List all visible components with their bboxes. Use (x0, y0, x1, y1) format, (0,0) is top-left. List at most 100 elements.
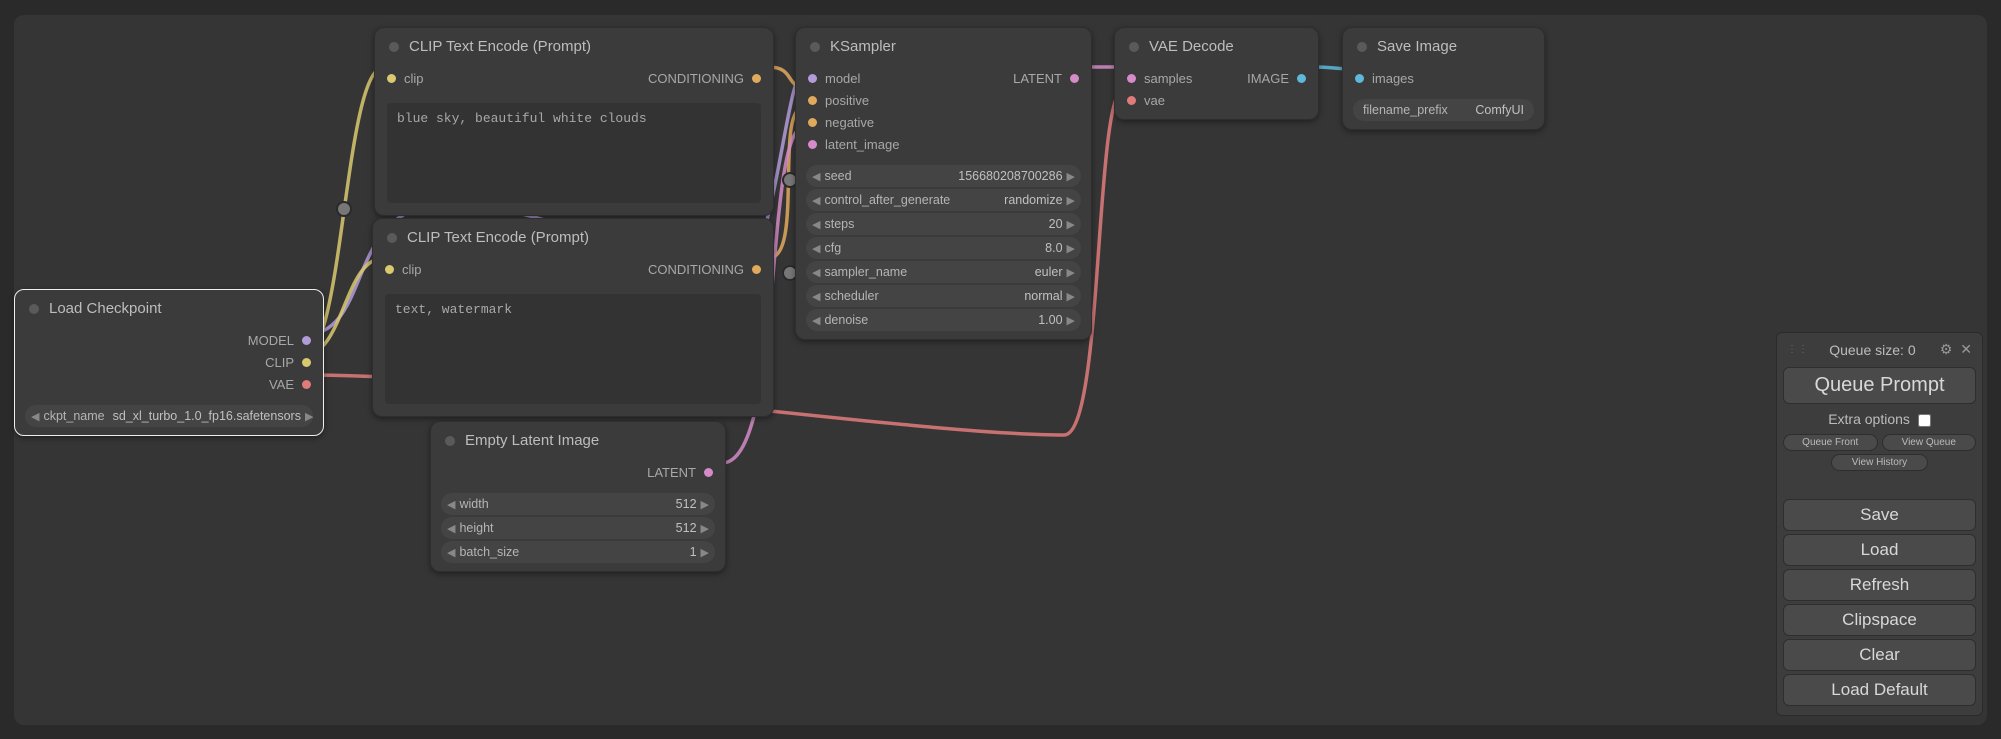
ksampler-scheduler-widget[interactable]: ◀schedulernormal▶ (806, 285, 1081, 307)
input-label: clip (404, 71, 424, 86)
reroute-node[interactable] (336, 201, 352, 217)
node-save-image[interactable]: Save Image images filename_prefix ComfyU… (1342, 27, 1545, 130)
queue-front-button[interactable]: Queue Front (1783, 434, 1878, 451)
clipspace-button[interactable]: Clipspace (1783, 604, 1976, 636)
port-clip-in[interactable] (387, 74, 396, 83)
ksampler-sampler_name-widget[interactable]: ◀sampler_nameeuler▶ (806, 261, 1081, 283)
node-ksampler[interactable]: KSampler model LATENT positive negative … (795, 27, 1092, 340)
port-latent[interactable] (704, 468, 713, 477)
collapse-dot[interactable] (387, 233, 397, 243)
ckpt-name-widget[interactable]: ◀ ckpt_name sd_xl_turbo_1.0_fp16.safeten… (25, 405, 313, 427)
port-vae[interactable] (302, 380, 311, 389)
input-label: clip (402, 262, 422, 277)
arrow-left-icon[interactable]: ◀ (812, 194, 820, 207)
arrow-right-icon[interactable]: ▶ (1067, 314, 1075, 327)
ksampler-denoise-widget[interactable]: ◀denoise1.00▶ (806, 309, 1081, 331)
input-label: latent_image (825, 137, 899, 152)
filename-prefix-widget[interactable]: filename_prefix ComfyUI (1353, 99, 1534, 121)
node-title: VAE Decode (1149, 38, 1234, 55)
node-clip-text-encode-positive[interactable]: CLIP Text Encode (Prompt) clip CONDITION… (374, 27, 774, 216)
input-label: positive (825, 93, 869, 108)
load-button[interactable]: Load (1783, 534, 1976, 566)
close-icon[interactable]: ✕ (1960, 341, 1972, 357)
port-clip-in[interactable] (385, 265, 394, 274)
collapse-dot[interactable] (1129, 42, 1139, 52)
arrow-left-icon[interactable]: ◀ (31, 410, 39, 423)
node-title: KSampler (830, 38, 896, 55)
collapse-dot[interactable] (389, 42, 399, 52)
collapse-dot[interactable] (810, 42, 820, 52)
node-vae-decode[interactable]: VAE Decode samples IMAGE vae (1114, 27, 1319, 120)
ksampler-steps-widget[interactable]: ◀steps20▶ (806, 213, 1081, 235)
prompt-text[interactable]: blue sky, beautiful white clouds (387, 103, 761, 203)
collapse-dot[interactable] (1357, 42, 1367, 52)
port-conditioning[interactable] (752, 265, 761, 274)
arrow-right-icon[interactable]: ▶ (1067, 266, 1075, 279)
ksampler-seed-widget[interactable]: ◀seed156680208700286▶ (806, 165, 1081, 187)
arrow-right-icon[interactable]: ▶ (701, 522, 709, 535)
ksampler-cfg-widget[interactable]: ◀cfg8.0▶ (806, 237, 1081, 259)
port-vae-in[interactable] (1127, 96, 1136, 105)
load-default-button[interactable]: Load Default (1783, 674, 1976, 706)
prompt-text[interactable]: text, watermark (385, 294, 761, 404)
save-button[interactable]: Save (1783, 499, 1976, 531)
port-clip[interactable] (302, 358, 311, 367)
collapse-dot[interactable] (445, 436, 455, 446)
control-panel[interactable]: ⋮⋮ Queue size: 0 ⚙ ✕ Queue Prompt Extra … (1776, 332, 1983, 716)
extra-options-toggle[interactable]: Extra options (1783, 407, 1976, 431)
arrow-left-icon[interactable]: ◀ (447, 546, 455, 559)
arrow-right-icon[interactable]: ▶ (1067, 194, 1075, 207)
empty-latent-width-widget[interactable]: ◀width512▶ (441, 493, 715, 515)
arrow-right-icon[interactable]: ▶ (305, 410, 313, 423)
input-label: samples (1144, 71, 1192, 86)
arrow-right-icon[interactable]: ▶ (701, 498, 709, 511)
node-title: CLIP Text Encode (Prompt) (407, 229, 589, 246)
port-negative-in[interactable] (808, 118, 817, 127)
output-label: LATENT (1013, 71, 1062, 86)
arrow-left-icon[interactable]: ◀ (447, 498, 455, 511)
port-model[interactable] (302, 336, 311, 345)
port-conditioning[interactable] (752, 74, 761, 83)
queue-size-value: 0 (1908, 342, 1916, 358)
arrow-left-icon[interactable]: ◀ (812, 218, 820, 231)
node-load-checkpoint[interactable]: Load Checkpoint MODEL CLIP VAE ◀ ckpt_na… (14, 289, 324, 436)
input-label: negative (825, 115, 874, 130)
arrow-left-icon[interactable]: ◀ (812, 314, 820, 327)
drag-handle-icon[interactable]: ⋮⋮ (1787, 344, 1809, 355)
arrow-left-icon[interactable]: ◀ (812, 242, 820, 255)
arrow-right-icon[interactable]: ▶ (1067, 290, 1075, 303)
port-image-out[interactable] (1297, 74, 1306, 83)
node-empty-latent-image[interactable]: Empty Latent Image LATENT ◀width512▶◀hei… (430, 421, 726, 572)
settings-icon[interactable]: ⚙ (1940, 341, 1953, 357)
output-label: MODEL (248, 333, 294, 348)
port-images-in[interactable] (1355, 74, 1364, 83)
node-clip-text-encode-negative[interactable]: CLIP Text Encode (Prompt) clip CONDITION… (372, 218, 774, 417)
arrow-left-icon[interactable]: ◀ (812, 170, 820, 183)
output-label: CONDITIONING (648, 262, 744, 277)
view-queue-button[interactable]: View Queue (1882, 434, 1977, 451)
port-latent-out[interactable] (1070, 74, 1079, 83)
view-history-button[interactable]: View History (1831, 454, 1928, 471)
node-title: Save Image (1377, 38, 1457, 55)
collapse-dot[interactable] (29, 304, 39, 314)
input-label: images (1372, 71, 1414, 86)
arrow-left-icon[interactable]: ◀ (447, 522, 455, 535)
extra-options-checkbox[interactable] (1918, 414, 1931, 427)
arrow-right-icon[interactable]: ▶ (701, 546, 709, 559)
queue-prompt-button[interactable]: Queue Prompt (1783, 367, 1976, 404)
port-model-in[interactable] (808, 74, 817, 83)
empty-latent-height-widget[interactable]: ◀height512▶ (441, 517, 715, 539)
port-samples-in[interactable] (1127, 74, 1136, 83)
arrow-left-icon[interactable]: ◀ (812, 266, 820, 279)
arrow-right-icon[interactable]: ▶ (1067, 242, 1075, 255)
arrow-left-icon[interactable]: ◀ (812, 290, 820, 303)
graph-canvas[interactable]: Load Checkpoint MODEL CLIP VAE ◀ ckpt_na… (14, 15, 1987, 725)
ksampler-control_after_generate-widget[interactable]: ◀control_after_generaterandomize▶ (806, 189, 1081, 211)
port-latent-in[interactable] (808, 140, 817, 149)
refresh-button[interactable]: Refresh (1783, 569, 1976, 601)
port-positive-in[interactable] (808, 96, 817, 105)
arrow-right-icon[interactable]: ▶ (1067, 218, 1075, 231)
clear-button[interactable]: Clear (1783, 639, 1976, 671)
empty-latent-batch_size-widget[interactable]: ◀batch_size1▶ (441, 541, 715, 563)
arrow-right-icon[interactable]: ▶ (1067, 170, 1075, 183)
